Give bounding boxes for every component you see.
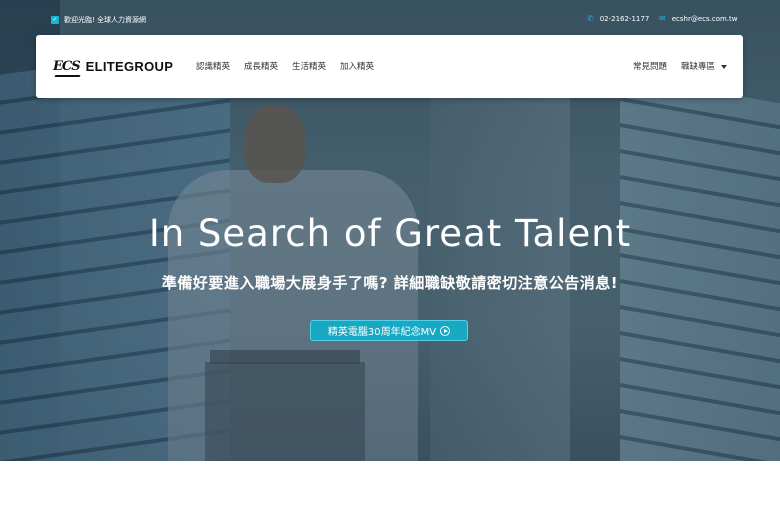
main-navbar: ECS ELITEGROUP 認識精英 成長精英 生活精英 加入精英 常見問題 … (36, 35, 743, 98)
phone-icon: ✆ (587, 14, 594, 23)
nav-jobs-dropdown[interactable]: 職缺專區 (681, 60, 727, 72)
cta-label: 精英電腦30周年紀念MV (327, 327, 437, 338)
logo-text: ELITEGROUP (85, 59, 174, 74)
check-icon: ✓ (51, 16, 59, 24)
nav-link-about[interactable]: 認識精英 (196, 60, 230, 72)
nav-link-growth[interactable]: 成長精英 (244, 60, 278, 72)
hero-subtitle: 準備好要進入職場大展身手了嗎? 詳細職缺敬請密切注意公告消息! (161, 274, 619, 292)
email-contact[interactable]: ✉ ecshr@ecs.com.tw (659, 14, 738, 24)
welcome-text: 歡迎光臨! 全球人力資源網 (64, 16, 147, 24)
email-address: ecshr@ecs.com.tw (671, 15, 738, 23)
site-logo[interactable]: ECS ELITEGROUP (53, 59, 173, 74)
mail-icon: ✉ (659, 14, 666, 23)
logo-mark: ECS (53, 59, 81, 74)
nav-link-faq[interactable]: 常見問題 (633, 60, 667, 72)
phone-number: 02-2162-1177 (599, 15, 650, 23)
primary-nav: 認識精英 成長精英 生活精英 加入精英 (196, 60, 374, 72)
hero-title: In Search of Great Talent (148, 212, 632, 255)
play-circle-icon (440, 325, 451, 336)
anniversary-mv-button[interactable]: 精英電腦30周年紀念MV (310, 320, 468, 341)
nav-jobs-label: 職缺專區 (680, 62, 715, 72)
secondary-nav: 常見問題 職缺專區 (633, 60, 727, 72)
caret-down-icon (721, 64, 727, 69)
top-info-bar: ✓ 歡迎光臨! 全球人力資源網 ✆ 02-2162-1177 ✉ ecshr@e… (0, 0, 780, 38)
welcome-message[interactable]: ✓ 歡迎光臨! 全球人力資源網 (51, 15, 146, 25)
nav-link-life[interactable]: 生活精英 (292, 60, 326, 72)
nav-link-join[interactable]: 加入精英 (340, 60, 374, 72)
phone-contact[interactable]: ✆ 02-2162-1177 (587, 14, 650, 24)
